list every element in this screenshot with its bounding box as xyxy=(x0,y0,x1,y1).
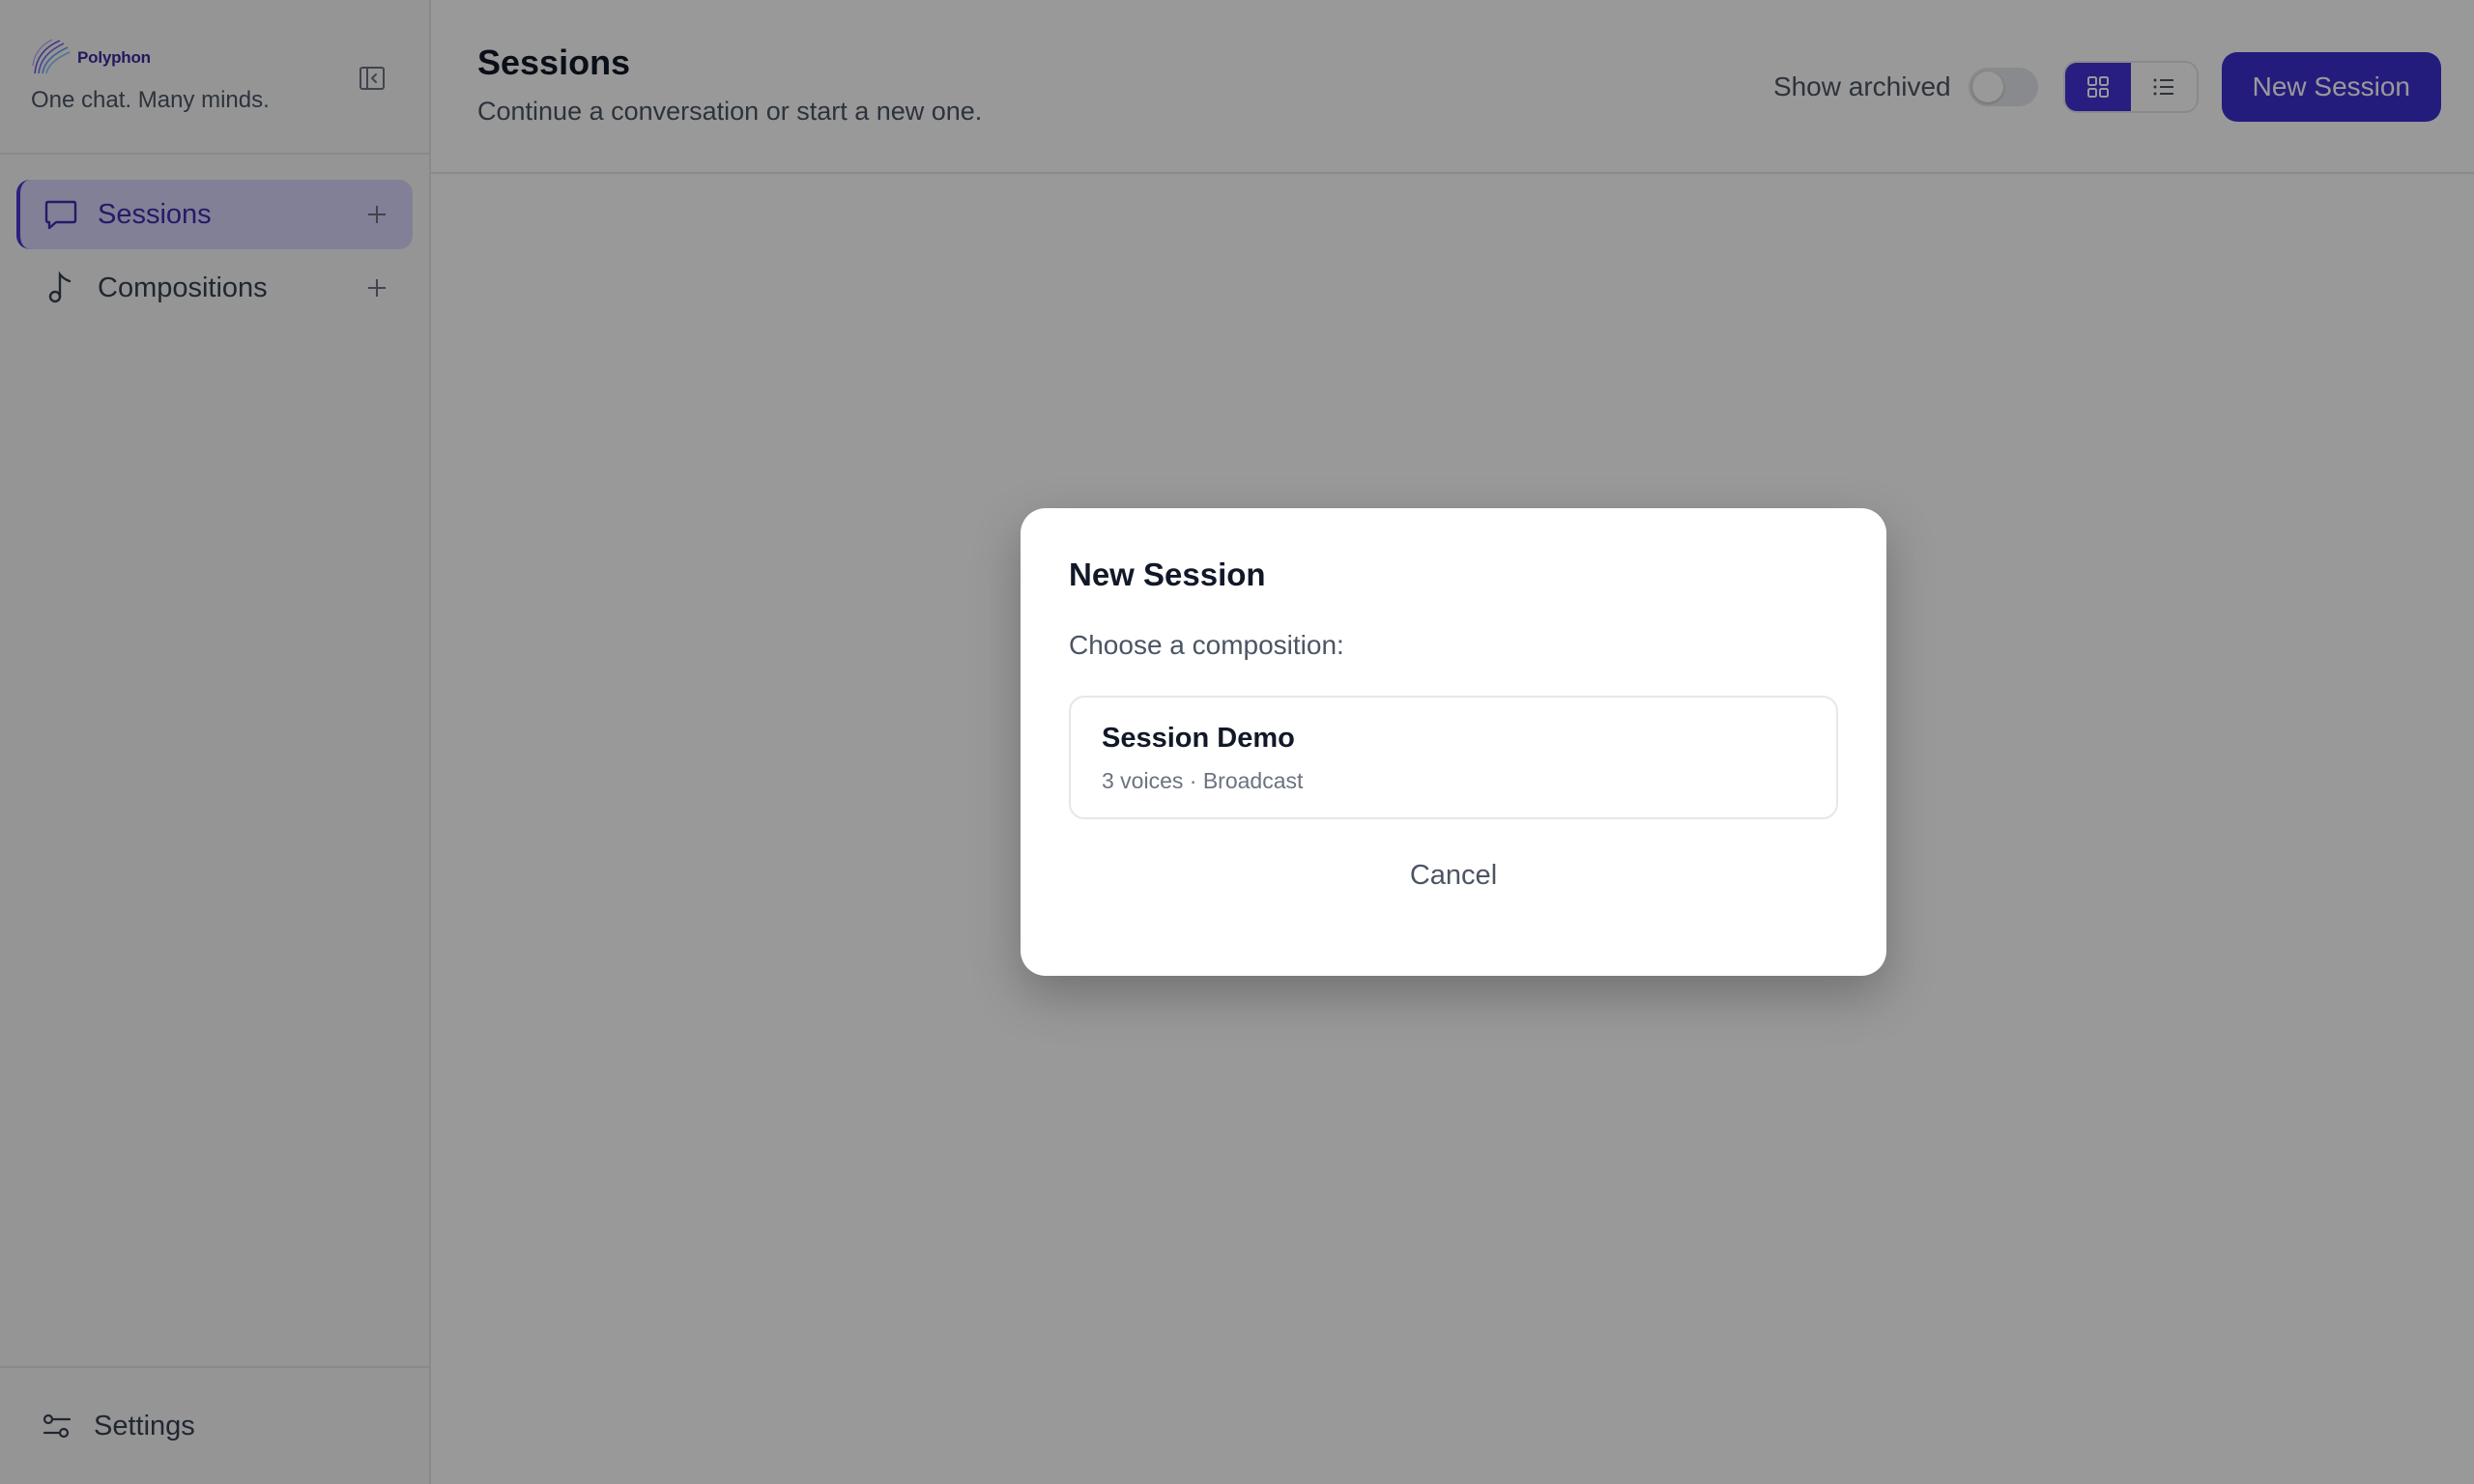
cancel-button[interactable]: Cancel xyxy=(1410,860,1497,892)
composition-option[interactable]: Session Demo 3 voices · Broadcast xyxy=(1069,696,1838,819)
composition-meta: 3 voices · Broadcast xyxy=(1102,768,1304,793)
new-session-dialog: New Session Choose a composition: Sessio… xyxy=(1021,508,1886,976)
dialog-title: New Session xyxy=(1069,556,1266,592)
dialog-prompt: Choose a composition: xyxy=(1069,630,1344,660)
app-window: Polyphon One chat. Many minds. Sessions xyxy=(0,0,2474,1484)
composition-name: Session Demo xyxy=(1102,723,1295,754)
